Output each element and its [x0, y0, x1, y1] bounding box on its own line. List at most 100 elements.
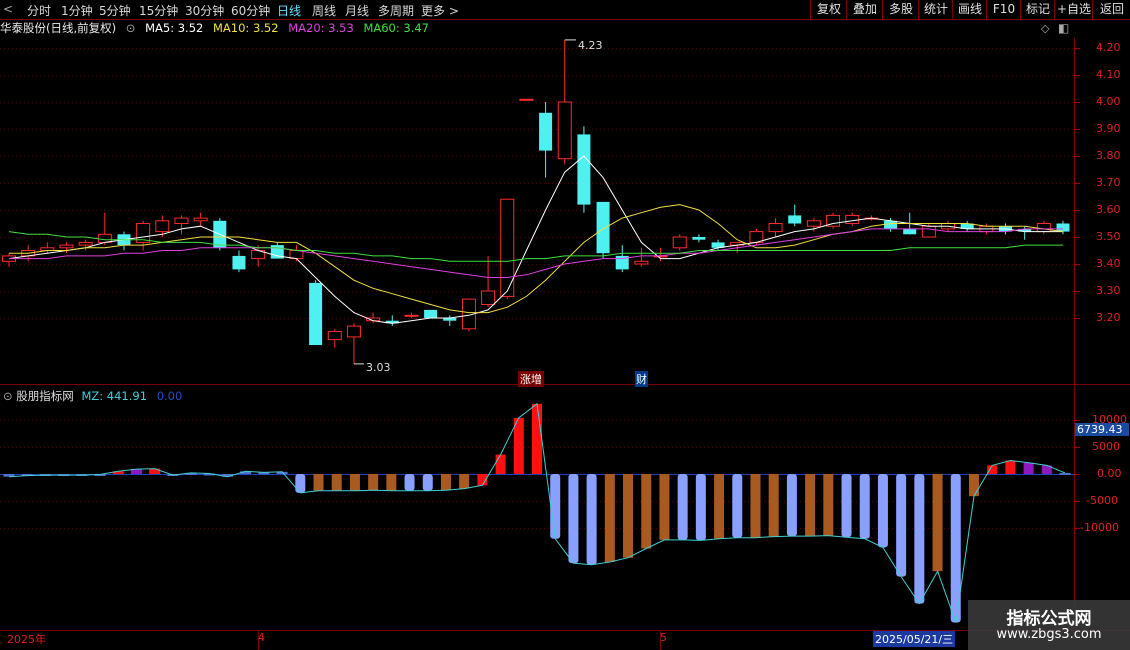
candle-body	[193, 217, 208, 222]
price-axis-label: 3.90	[1096, 122, 1121, 135]
price-axis-label: 3.60	[1096, 203, 1121, 216]
indicator-bar	[386, 474, 397, 491]
indicator-axis-label: 5000	[1092, 440, 1120, 453]
ma5-line	[8, 155, 1063, 324]
indicator-bar	[786, 474, 797, 537]
indicator-bar	[404, 474, 415, 491]
candle-body	[174, 217, 189, 225]
indicator-bar	[532, 403, 542, 474]
candle-body	[596, 201, 610, 254]
high-price-mark: 4.23	[578, 39, 603, 52]
indicator-bar	[677, 474, 688, 540]
low-price-mark: 3.03	[366, 361, 391, 374]
candle-body	[557, 101, 572, 160]
indicator-bar	[422, 474, 433, 491]
indicator-bar	[568, 474, 579, 564]
indicator-bar	[987, 465, 998, 474]
watermark-title: 指标公式网	[1006, 609, 1092, 629]
price-axis-label: 4.20	[1096, 41, 1121, 54]
candle-body	[921, 225, 936, 238]
indicator-bar	[586, 474, 597, 565]
ma20-line	[9, 228, 1063, 278]
indicator-bar	[714, 474, 725, 539]
indicator-bar	[750, 474, 761, 538]
candle-body	[1056, 223, 1070, 232]
mz-label: MZ: 441.91	[81, 389, 148, 403]
candle-body	[78, 241, 93, 246]
kline-chart[interactable]	[0, 0, 1130, 650]
event-tag-zhang[interactable]: 涨增	[518, 371, 544, 387]
price-axis-label: 4.10	[1096, 68, 1121, 81]
indicator-axis-label: -10000	[1080, 521, 1119, 534]
candle-body	[481, 290, 496, 305]
candle-body	[327, 331, 342, 341]
current-value-badge: 6739.43	[1075, 423, 1129, 436]
candle-body	[806, 220, 821, 227]
candle-body	[884, 220, 898, 229]
indicator-bar	[896, 474, 907, 577]
price-axis-label: 3.70	[1096, 176, 1121, 189]
date-axis: 2025年 4 5 2025/05/21/三	[0, 630, 1130, 650]
indicator-bar	[349, 474, 360, 491]
candle-body	[768, 223, 783, 233]
candle-body	[346, 325, 361, 338]
candle-body	[155, 220, 170, 233]
indicator-legend: ⊙ 股朋指标网 MZ: 441.91 0.00	[3, 388, 182, 404]
price-axis-label: 3.30	[1096, 284, 1121, 297]
indicator-bar	[695, 474, 706, 541]
candle-body	[903, 228, 917, 235]
candle-body	[424, 309, 438, 318]
candle-body	[692, 237, 706, 240]
indicator-bar	[368, 474, 379, 491]
indicator-bar	[968, 474, 979, 497]
cursor-date-label: 2025/05/21/三	[873, 631, 956, 647]
event-tag-cai[interactable]: 财	[635, 371, 648, 387]
indicator-bar	[331, 474, 342, 491]
indicator-bar	[623, 474, 634, 558]
price-axis-label: 3.50	[1096, 230, 1121, 243]
indicator-bar	[459, 474, 470, 489]
indicator-bar	[1023, 462, 1034, 474]
indicator-bar	[149, 468, 161, 474]
watermark-url: www.zbgs3.com	[996, 627, 1102, 642]
zero-label: 0.00	[156, 389, 183, 403]
year-label: 2025年	[7, 633, 46, 646]
candle-body	[634, 260, 649, 265]
candle-body	[289, 250, 304, 260]
month-4-label: 4	[258, 631, 265, 644]
candle-body	[59, 244, 74, 249]
candle-body	[232, 255, 246, 270]
indicator-bar	[859, 474, 870, 539]
indicator-bar	[495, 454, 506, 474]
indicator-bar	[295, 474, 306, 493]
indicator-bar	[877, 474, 888, 548]
watermark: 指标公式网 www.zbgs3.com	[968, 600, 1130, 650]
price-axis-label: 3.80	[1096, 149, 1121, 162]
indicator-bar	[1005, 460, 1016, 474]
indicator-title[interactable]: 股朋指标网	[16, 389, 74, 403]
indicator-bar	[659, 474, 670, 540]
candle-body	[539, 112, 553, 151]
month-5-label: 5	[660, 631, 667, 644]
ma60-line	[8, 231, 1063, 262]
indicator-bar	[1059, 472, 1071, 475]
indicator-bar	[641, 474, 652, 549]
dropdown-icon[interactable]: ⊙	[3, 389, 13, 403]
indicator-bar	[841, 474, 852, 538]
price-axis-label: 4.00	[1096, 95, 1121, 108]
indicator-axis-label: -5000	[1086, 494, 1118, 507]
candle-body	[404, 314, 419, 317]
candle-body	[519, 98, 534, 101]
candle-body	[309, 282, 323, 345]
price-axis-label: 3.40	[1096, 257, 1121, 270]
indicator-axis-label: 0.00	[1097, 467, 1122, 480]
candle-body	[1036, 223, 1051, 233]
candle-body	[788, 215, 802, 224]
indicator-bar	[440, 474, 451, 491]
indicator-bar	[550, 474, 561, 539]
indicator-bar	[513, 417, 524, 474]
candle-body	[845, 214, 860, 224]
indicator-bar	[805, 474, 816, 537]
price-axis-label: 3.20	[1096, 311, 1121, 324]
candle-body	[97, 233, 112, 243]
